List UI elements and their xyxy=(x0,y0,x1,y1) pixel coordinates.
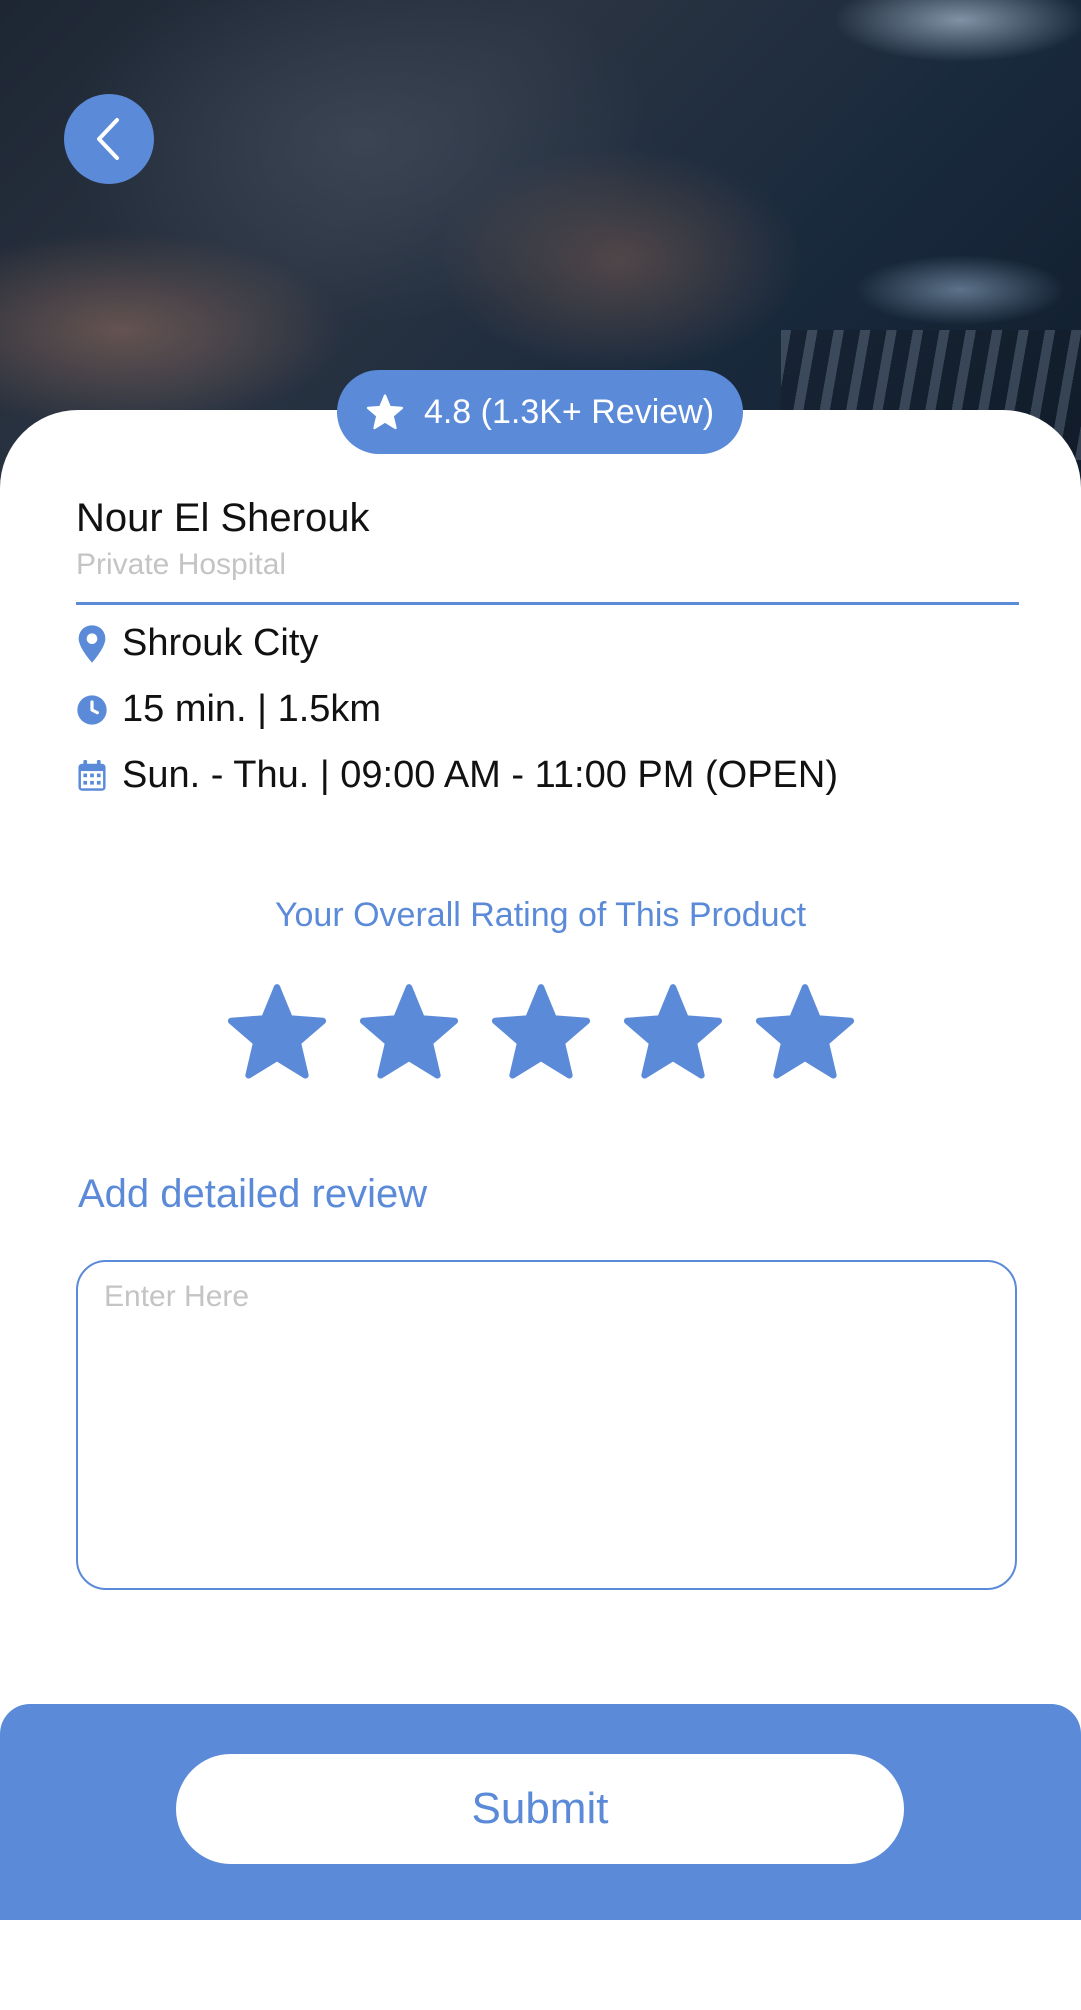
place-name: Nour El Sherouk xyxy=(76,496,370,540)
submit-button[interactable]: Submit xyxy=(176,1754,904,1864)
hours-text: Sun. - Thu. | 09:00 AM - 11:00 PM (OPEN) xyxy=(122,754,838,796)
rating-prompt: Your Overall Rating of This Product xyxy=(274,896,807,934)
hours-row: Sun. - Thu. | 09:00 AM - 11:00 PM (OPEN) xyxy=(76,754,838,797)
distance-row: 15 min. | 1.5km xyxy=(76,688,381,731)
chevron-left-icon xyxy=(97,118,119,160)
star-rating-input xyxy=(0,982,1081,1082)
location-pin-icon xyxy=(76,624,108,664)
clock-icon xyxy=(76,690,108,730)
place-category: Private Hospital xyxy=(76,548,287,581)
rating-star-5[interactable] xyxy=(754,982,856,1082)
rating-badge: 4.8 (1.3K+ Review) xyxy=(337,370,743,454)
distance-text: 15 min. | 1.5km xyxy=(122,688,382,730)
divider xyxy=(76,602,1019,605)
review-label: Add detailed review xyxy=(78,1172,428,1216)
review-textarea[interactable] xyxy=(76,1260,1017,1590)
rating-star-2[interactable] xyxy=(358,982,460,1082)
location-row: Shrouk City xyxy=(76,622,318,665)
calendar-icon xyxy=(76,756,108,796)
rating-badge-text: 4.8 (1.3K+ Review) xyxy=(423,392,715,431)
rating-star-1[interactable] xyxy=(226,982,328,1082)
star-icon xyxy=(366,394,404,430)
rating-star-4[interactable] xyxy=(622,982,724,1082)
rating-star-3[interactable] xyxy=(490,982,592,1082)
location-text: Shrouk City xyxy=(122,622,319,664)
back-button[interactable] xyxy=(64,94,154,184)
